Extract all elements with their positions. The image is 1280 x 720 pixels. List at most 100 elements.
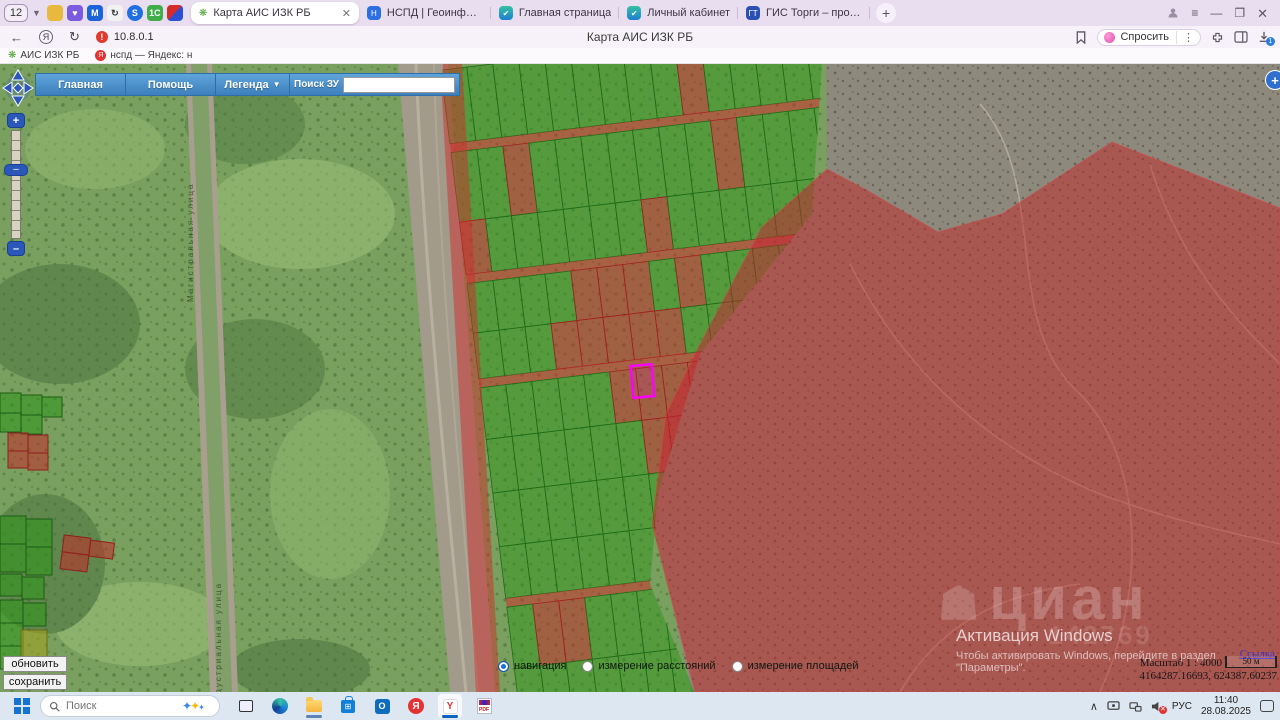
mode-navigation[interactable]: навигация: [498, 660, 566, 672]
window-controls: ≡ — ❐ ✕: [1167, 7, 1276, 20]
pinned-tab-1c-icon[interactable]: 1С: [147, 5, 163, 21]
home-button[interactable]: Главная: [36, 74, 126, 95]
more-options-icon[interactable]: ⋮: [1176, 31, 1194, 44]
pinned-tab-s-icon[interactable]: S: [127, 5, 143, 21]
refresh-button[interactable]: обновить: [3, 656, 67, 672]
tab-close-icon[interactable]: ✕: [342, 7, 351, 20]
ais-logo-icon: ❋: [8, 50, 16, 61]
file-explorer-button[interactable]: [302, 694, 326, 718]
taskbar-apps: ⊞ O Я Y PDF: [234, 694, 496, 718]
pinned-tabs: ♥ М ↻ S 1С: [47, 5, 183, 21]
yandex-browser-button[interactable]: Y: [438, 694, 462, 718]
language-indicator[interactable]: РУС: [1172, 701, 1192, 712]
cursor-coordinates: 4164287.16693, 624387.60237: [1140, 670, 1278, 682]
zoom-slider-handle[interactable]: –: [4, 164, 28, 176]
outlook-button[interactable]: O: [370, 694, 394, 718]
menu-icon[interactable]: ≡: [1191, 7, 1198, 19]
outlook-icon: O: [375, 699, 390, 714]
clock[interactable]: 11:40 28.08.2025: [1201, 695, 1251, 717]
shield-favicon: ✔: [627, 6, 641, 20]
mode-label: измерение расстояний: [598, 660, 715, 672]
microsoft-store-button[interactable]: ⊞: [336, 694, 360, 718]
volume-muted-icon[interactable]: [1151, 701, 1163, 712]
scale-text: Масштаб 1 : 4000: [1140, 657, 1222, 669]
ask-ai-label: Спросить: [1120, 31, 1169, 43]
pinned-tab-m-icon[interactable]: М: [87, 5, 103, 21]
tab-list-chevron-icon[interactable]: ▼: [32, 8, 41, 18]
close-button[interactable]: ✕: [1257, 7, 1268, 20]
tab-label: Главная страница: [519, 7, 611, 19]
zoom-slider-track[interactable]: [11, 130, 21, 239]
tab-nspd[interactable]: Н НСПД | Геоинформацион: [359, 2, 491, 24]
tab-label: ГИС Торги – продажи гос: [766, 7, 862, 19]
start-button[interactable]: [14, 698, 30, 714]
legend-button[interactable]: Легенда ▼: [216, 74, 290, 95]
tab-gis-torgi[interactable]: ГТ ГИС Торги – продажи гос: [738, 2, 870, 24]
mode-measure-distance[interactable]: измерение расстояний: [582, 660, 715, 672]
tab-map-ais[interactable]: ❋ Карта АИС ИЗК РБ ✕: [191, 2, 359, 24]
pinned-tab-flag-icon[interactable]: [167, 5, 183, 21]
mode-selector: навигация измерение расстояний измерение…: [498, 660, 859, 672]
folder-icon: [306, 700, 322, 712]
edge-icon: [272, 698, 288, 714]
panel-expand-button[interactable]: +: [1265, 70, 1280, 90]
help-button[interactable]: Помощь: [126, 74, 216, 95]
map-viewport[interactable]: Магистральная улица Индустриальная улица…: [0, 64, 1280, 692]
pinned-tab-shield-icon[interactable]: ♥: [67, 5, 83, 21]
pinned-tab-refresh-icon[interactable]: ↻: [107, 5, 123, 21]
tab-counter[interactable]: 12: [4, 4, 28, 22]
mode-label: измерение площадей: [748, 660, 859, 672]
mode-label: навигация: [514, 660, 566, 672]
download-badge: 1: [1266, 37, 1275, 46]
yandex-start-button[interactable]: Я: [404, 694, 428, 718]
extensions-puzzle-icon[interactable]: [1211, 31, 1224, 44]
restore-button[interactable]: ❐: [1234, 7, 1245, 19]
task-view-icon: [239, 700, 253, 712]
address-bar: ← Я ↻ ! 10.8.0.1 Карта АИС ИЗК РБ Спроси…: [0, 26, 1280, 48]
pan-control[interactable]: [1, 66, 37, 119]
tab-personal-account[interactable]: ✔ Личный кабинет: [619, 2, 738, 24]
bookmark-label: нспд — Яндекс: н: [110, 50, 192, 61]
system-tray: ∧ РУС 11:40 28.08.2025: [1090, 692, 1274, 720]
search-icon: [49, 701, 60, 712]
parcel-search-input[interactable]: [343, 77, 455, 93]
new-tab-button[interactable]: +: [876, 3, 896, 23]
radio-icon[interactable]: [732, 661, 743, 672]
network-icon[interactable]: [1129, 701, 1142, 712]
parcel-search-label: Поиск ЗУ: [294, 79, 339, 90]
yandex-home-icon[interactable]: Я: [39, 30, 53, 44]
reload-icon[interactable]: ↻: [69, 29, 80, 45]
ask-ai-button[interactable]: Спросить ⋮: [1097, 29, 1201, 46]
notification-center-icon[interactable]: [1260, 700, 1274, 712]
pdf-app-button[interactable]: PDF: [472, 694, 496, 718]
back-icon[interactable]: ←: [10, 30, 23, 45]
tab-home-page[interactable]: ✔ Главная страница: [491, 2, 619, 24]
url-text[interactable]: 10.8.0.1: [114, 31, 154, 43]
display-icon[interactable]: [1107, 701, 1120, 712]
profile-icon[interactable]: [1167, 7, 1179, 19]
bookmark-nspd[interactable]: Я нспд — Яндекс: н: [95, 50, 192, 61]
minimize-button[interactable]: —: [1210, 7, 1222, 19]
task-view-button[interactable]: [234, 694, 258, 718]
zoom-in-button[interactable]: +: [7, 113, 25, 128]
side-panels-icon[interactable]: [1234, 31, 1248, 43]
selected-parcel-outline[interactable]: [631, 364, 655, 398]
hidden-icons-chevron-icon[interactable]: ∧: [1090, 700, 1098, 713]
copilot-sparkle-icon: ✦✦✦: [182, 699, 203, 713]
radio-selected-icon[interactable]: [498, 661, 509, 672]
bookmark-ais[interactable]: ❋ АИС ИЗК РБ: [8, 50, 79, 61]
search-input[interactable]: [66, 700, 176, 712]
edge-button[interactable]: [268, 694, 292, 718]
security-warning-icon[interactable]: !: [96, 31, 108, 43]
chevron-down-icon: ▼: [273, 80, 281, 89]
pinned-tab-jar-icon[interactable]: [47, 5, 63, 21]
zoom-out-button[interactable]: –: [7, 241, 25, 256]
bookmark-icon[interactable]: [1075, 31, 1087, 44]
taskbar-search[interactable]: ✦✦✦: [40, 695, 220, 717]
radio-icon[interactable]: [582, 661, 593, 672]
save-button[interactable]: сохранить: [3, 674, 67, 690]
downloads-button[interactable]: 1: [1258, 31, 1270, 43]
map-action-buttons: обновить сохранить: [3, 656, 67, 690]
mode-measure-area[interactable]: измерение площадей: [732, 660, 859, 672]
legend-label: Легенда: [224, 79, 268, 91]
